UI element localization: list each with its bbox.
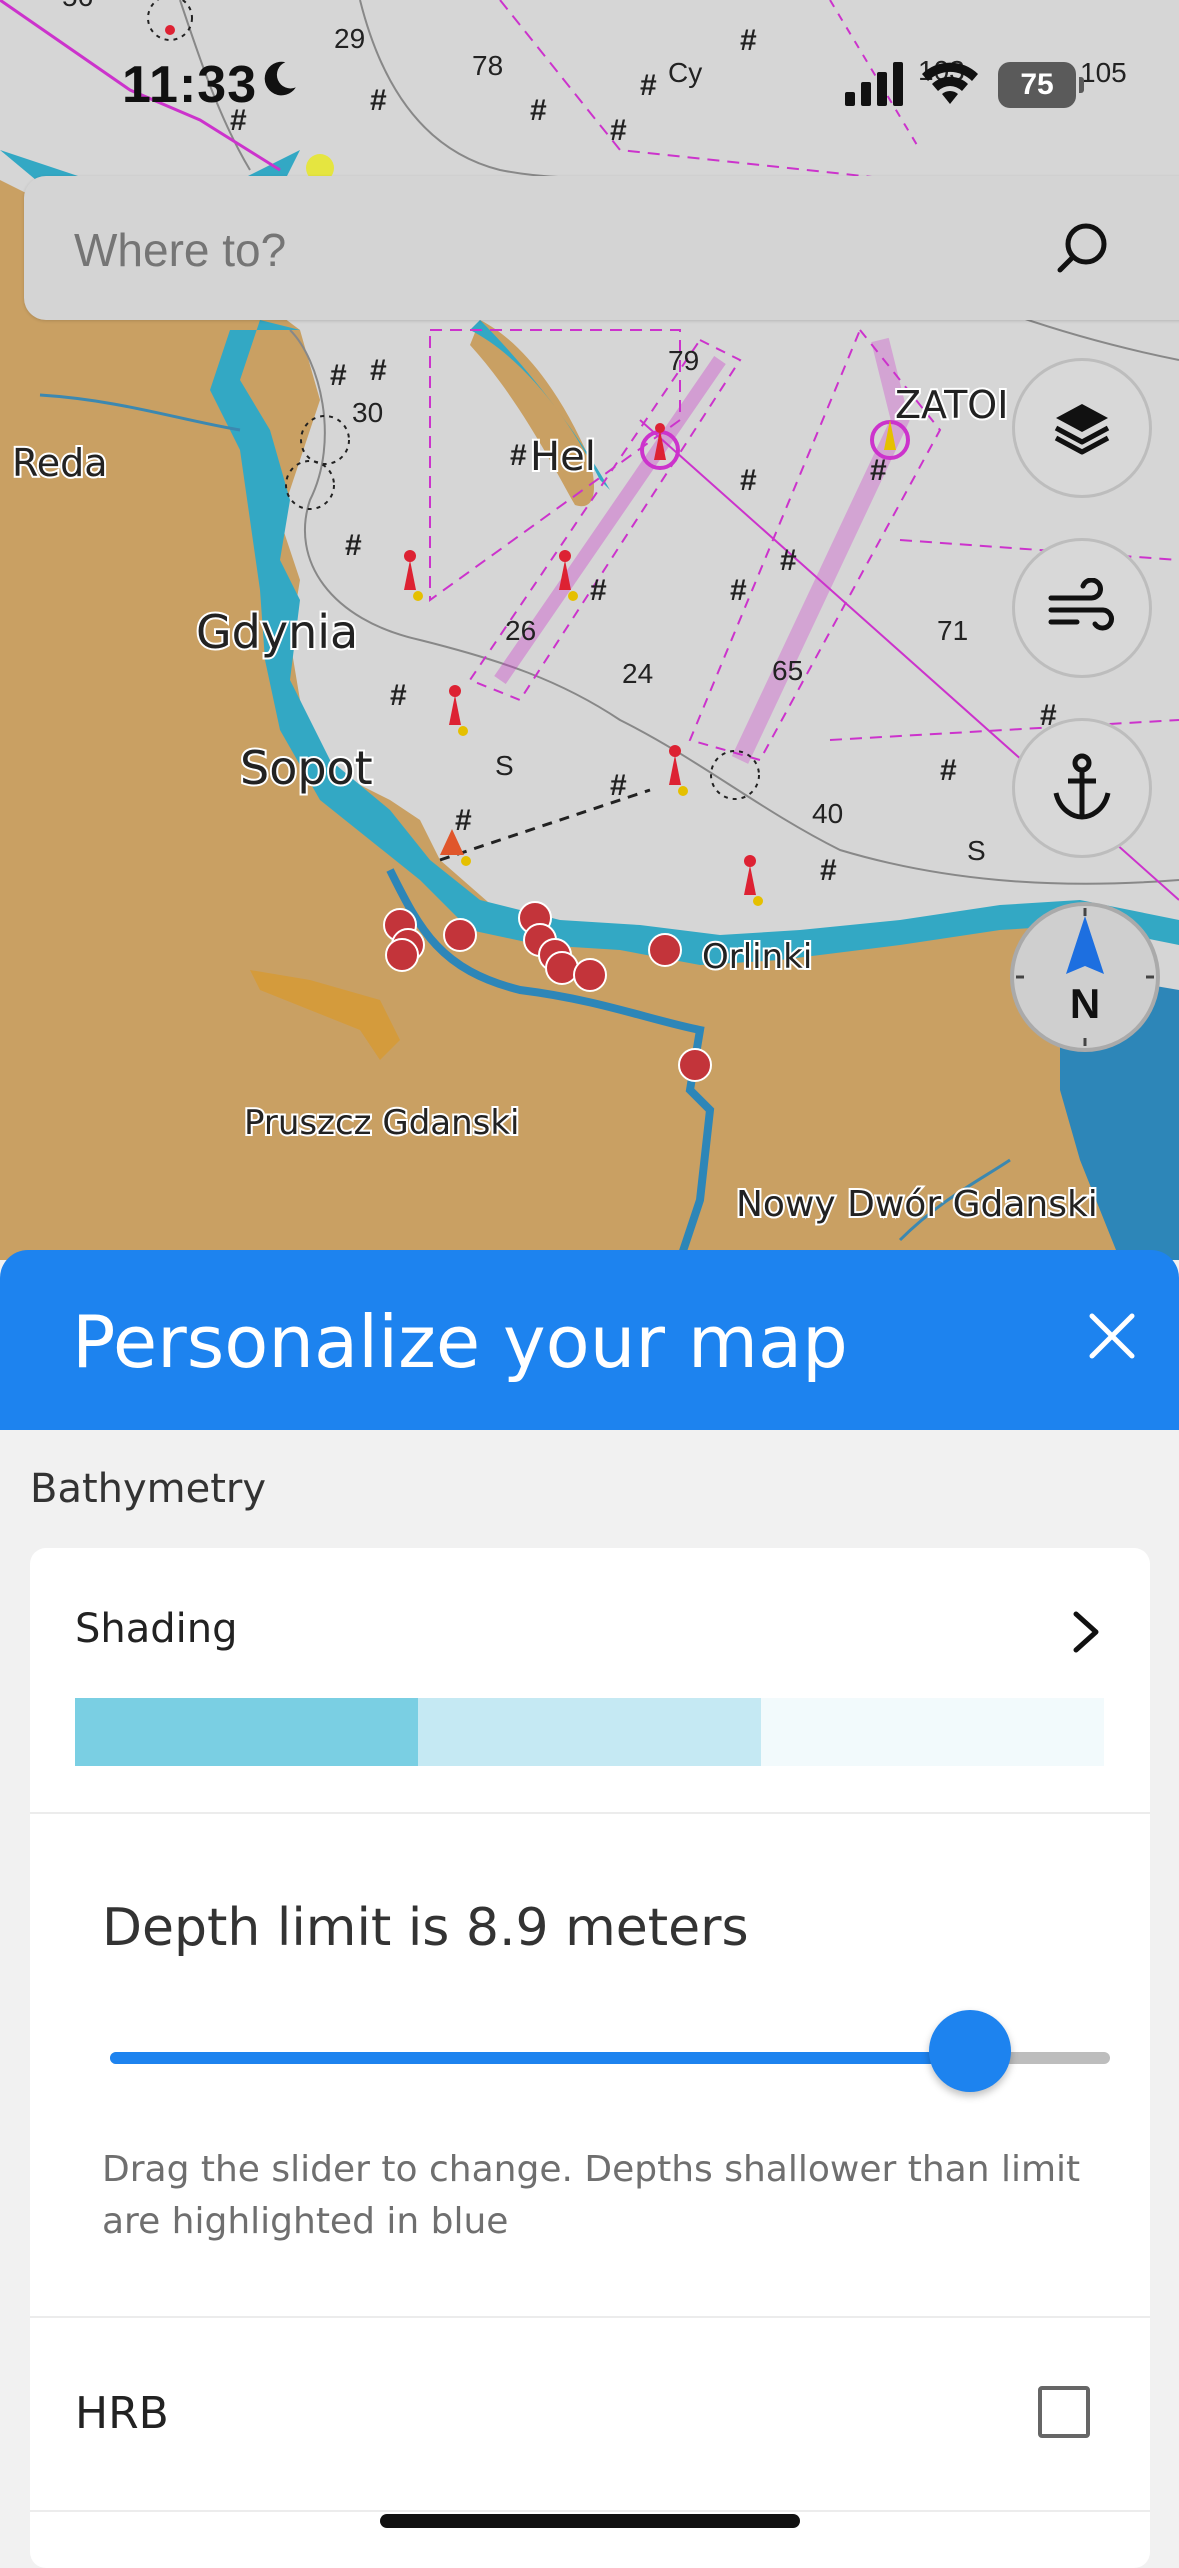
home-indicator[interactable] xyxy=(380,2514,800,2528)
search-icon[interactable] xyxy=(1054,220,1110,276)
place-zatoka: ZATOI xyxy=(895,383,1008,427)
depth-79: 79 xyxy=(668,345,699,376)
depth-65: 65 xyxy=(772,655,803,686)
depth-limit-label: Depth limit is 8.9 meters xyxy=(102,1898,749,1958)
battery-indicator: 75 xyxy=(998,62,1084,108)
depth-slider-thumb[interactable] xyxy=(929,2010,1011,2092)
layers-icon xyxy=(1054,404,1110,455)
status-time: 11:33 xyxy=(122,56,258,114)
anchor-icon xyxy=(1053,753,1111,820)
svg-text:#: # xyxy=(455,804,472,837)
section-label-bathymetry: Bathymetry xyxy=(30,1466,267,1512)
wifi-icon xyxy=(922,62,978,104)
shading-swatch-deep xyxy=(761,1698,1104,1766)
svg-text:#: # xyxy=(330,359,347,392)
search-input[interactable] xyxy=(72,222,976,278)
svg-text:#: # xyxy=(940,754,957,787)
shading-swatch-shallow xyxy=(75,1698,418,1766)
depth-40: 40 xyxy=(812,798,843,829)
hrb-checkbox[interactable] xyxy=(1038,2386,1090,2438)
depth-71: 71 xyxy=(937,615,968,646)
svg-text:#: # xyxy=(370,354,387,387)
divider xyxy=(30,1812,1150,1814)
compass-north-label: N xyxy=(1069,980,1101,1027)
depth-26: 26 xyxy=(505,615,536,646)
place-reda: Reda xyxy=(12,441,107,485)
place-nowy-dwor: Nowy Dwór Gdanski xyxy=(736,1184,1098,1225)
place-pruszcz: Pruszcz Gdanski xyxy=(244,1103,520,1143)
svg-text:#: # xyxy=(510,439,527,472)
anchor-button[interactable] xyxy=(1012,718,1152,858)
depth-30: 30 xyxy=(352,397,383,428)
moon-icon xyxy=(264,61,296,96)
depth-S-1: S xyxy=(495,750,514,781)
layers-button[interactable] xyxy=(1012,358,1152,498)
place-hel: Hel xyxy=(530,434,596,480)
svg-text:#: # xyxy=(390,679,407,712)
place-gdynia: Gdynia xyxy=(196,605,358,659)
wind-button[interactable] xyxy=(1012,538,1152,678)
compass-button[interactable]: N xyxy=(1010,902,1160,1052)
search-bar[interactable] xyxy=(24,176,1179,320)
chevron-right-icon[interactable] xyxy=(1068,1610,1104,1654)
svg-text:#: # xyxy=(820,854,837,887)
wind-icon xyxy=(1048,578,1114,631)
divider xyxy=(30,2316,1150,2318)
place-sopot: Sopot xyxy=(240,741,373,795)
shading-swatch-medium xyxy=(418,1698,761,1766)
close-icon[interactable] xyxy=(1086,1310,1138,1362)
depth-slider-fill xyxy=(110,2052,970,2064)
hrb-label: HRB xyxy=(75,2388,169,2439)
shading-row-label[interactable]: Shading xyxy=(75,1606,238,1652)
sheet-header: Personalize your map xyxy=(0,1250,1179,1430)
svg-text:#: # xyxy=(590,574,607,607)
signal-icon xyxy=(845,62,903,106)
place-orlinki: Orlinki xyxy=(702,937,812,977)
depth-24: 24 xyxy=(622,658,653,689)
status-bar: 11:33 75 xyxy=(0,0,1179,170)
svg-text:#: # xyxy=(780,544,797,577)
sheet-title: Personalize your map xyxy=(72,1300,848,1384)
svg-text:#: # xyxy=(740,464,757,497)
depth-slider-hint: Drag the slider to change. Depths shallo… xyxy=(102,2149,1081,2242)
svg-text:#: # xyxy=(345,529,362,562)
divider xyxy=(30,2510,1150,2512)
depth-S-2: S xyxy=(967,835,986,866)
svg-text:#: # xyxy=(730,574,747,607)
svg-text:#: # xyxy=(610,769,627,802)
